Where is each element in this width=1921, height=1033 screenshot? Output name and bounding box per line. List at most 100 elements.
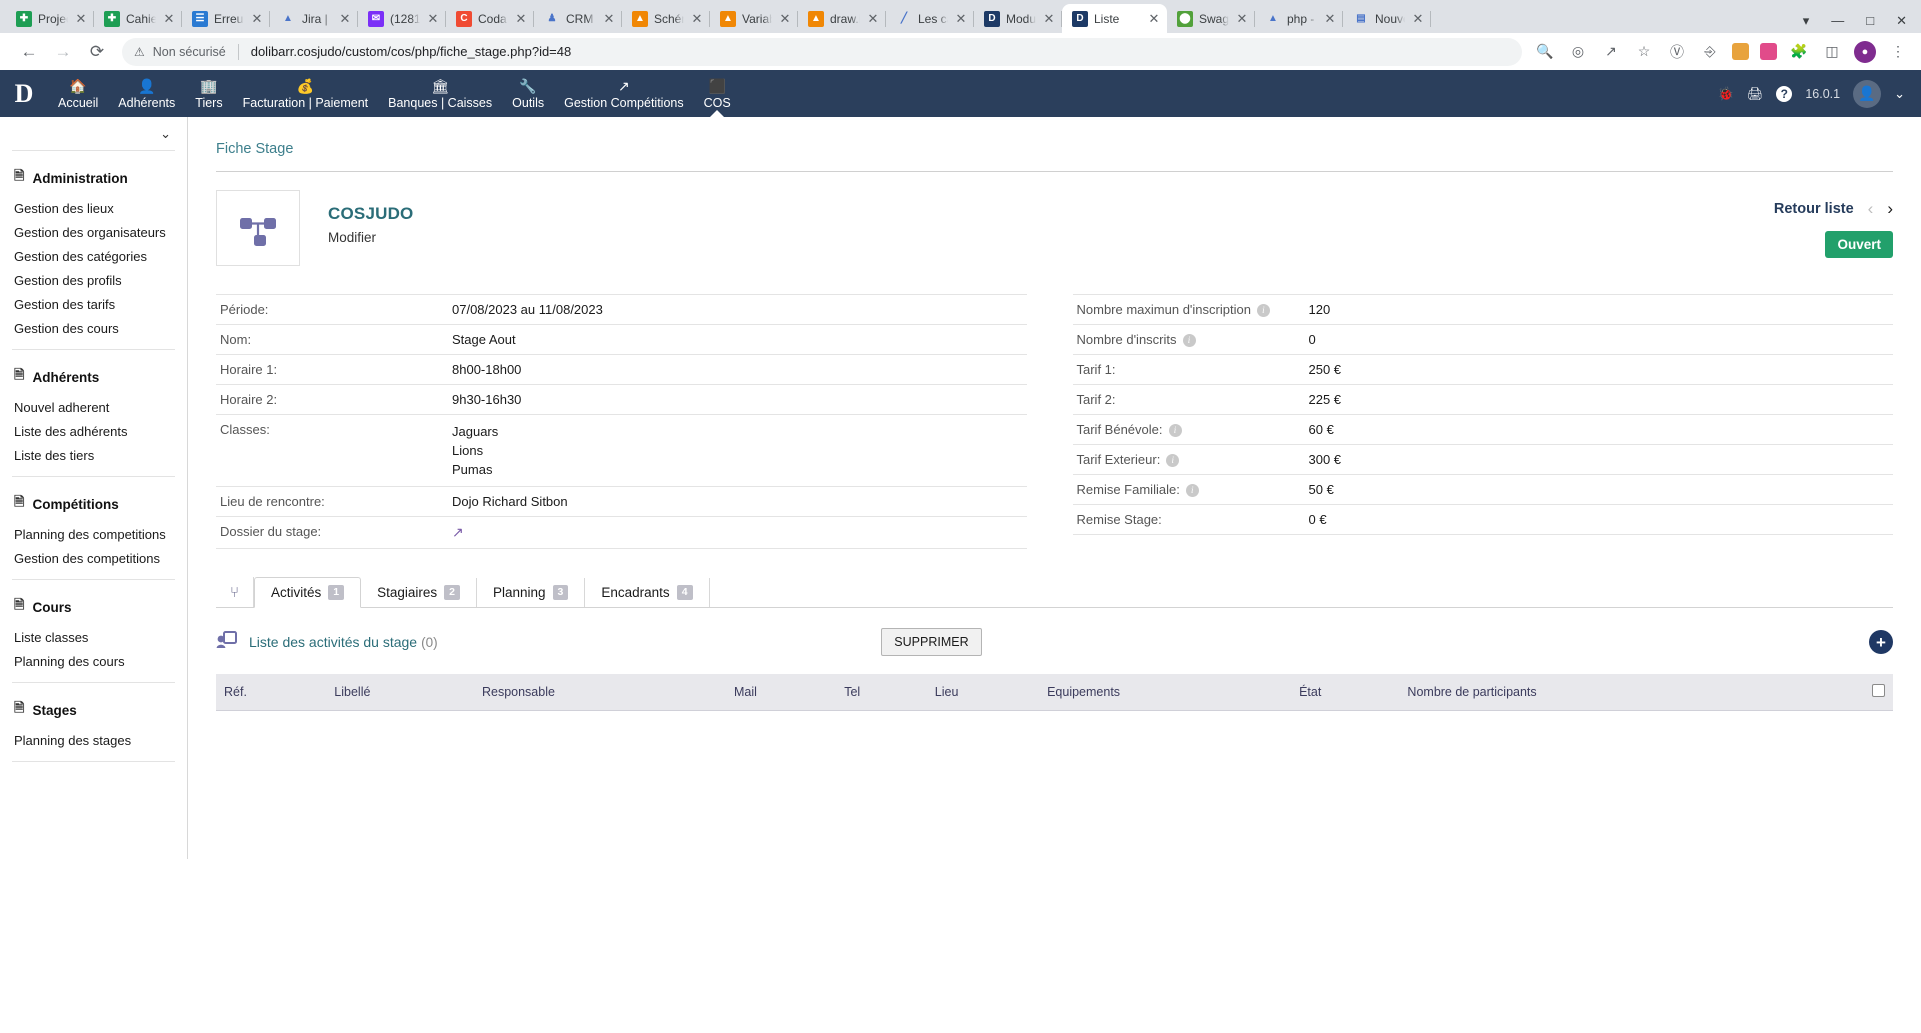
close-tab-icon[interactable]: ✕ xyxy=(602,12,616,25)
back-button[interactable]: ← xyxy=(12,37,46,67)
browser-tab[interactable]: ▤ Nouvel ✕ xyxy=(1343,4,1431,33)
bookmark-star-icon[interactable]: ☆ xyxy=(1633,41,1655,63)
navbar-item-gestion-comp-titions[interactable]: ↗ Gestion Compétitions xyxy=(554,70,694,117)
close-tab-icon[interactable]: ✕ xyxy=(250,12,264,25)
close-tab-icon[interactable]: ✕ xyxy=(1235,12,1249,25)
browser-tab[interactable]: ▲ php - G ✕ xyxy=(1255,4,1343,33)
share-icon[interactable]: ↗ xyxy=(1600,41,1622,63)
sidepanel-icon[interactable]: ◫ xyxy=(1821,41,1843,63)
close-tab-icon[interactable]: ✕ xyxy=(338,12,352,25)
info-icon[interactable]: i xyxy=(1182,333,1196,347)
select-all-checkbox[interactable] xyxy=(1872,684,1885,697)
column-header[interactable]: Réf. xyxy=(216,674,327,711)
close-tab-icon[interactable]: ✕ xyxy=(954,12,968,25)
shield-icon[interactable]: Ⓥ xyxy=(1666,41,1688,63)
external-link-icon[interactable]: ↗ xyxy=(452,524,464,540)
sidebar-collapse-toggle[interactable]: ⌄ xyxy=(12,117,175,151)
chevron-down-icon[interactable]: ⌄ xyxy=(1894,86,1905,102)
info-icon[interactable]: i xyxy=(1185,483,1199,497)
browser-tab[interactable]: ▲ draw.io ✕ xyxy=(798,4,886,33)
close-tab-icon[interactable]: ✕ xyxy=(866,12,880,25)
sidebar-item-nouvel-adherent[interactable]: Nouvel adherent xyxy=(12,396,175,420)
print-icon[interactable]: 🖨 xyxy=(1747,86,1764,102)
browser-tab[interactable]: ✚ Project ✕ xyxy=(6,4,94,33)
browser-menu-icon[interactable]: ⋮ xyxy=(1887,41,1909,63)
close-tab-icon[interactable]: ✕ xyxy=(1411,12,1425,25)
sidebar-item-planning-des-stages[interactable]: Planning des stages xyxy=(12,729,175,753)
sidebar-item-gestion-des-tarifs[interactable]: Gestion des tarifs xyxy=(12,293,175,317)
column-header[interactable]: État xyxy=(1291,674,1400,711)
extension-orange-icon[interactable] xyxy=(1732,43,1749,60)
browser-tab[interactable]: ✚ Cahier ✕ xyxy=(94,4,182,33)
navbar-item-accueil[interactable]: 🏠 Accueil xyxy=(48,70,108,117)
navbar-item-banques-caisses[interactable]: 🏛 Banques | Caisses xyxy=(378,70,502,117)
list-title[interactable]: Liste des activités du stage xyxy=(249,634,417,650)
previous-record-icon[interactable]: ‹ xyxy=(1868,200,1874,217)
navbar-item-facturation-paiement[interactable]: 💰 Facturation | Paiement xyxy=(233,70,379,117)
zoom-icon[interactable]: 🔍 xyxy=(1534,41,1556,63)
column-header[interactable]: Equipements xyxy=(1039,674,1292,711)
close-window-button[interactable]: ✕ xyxy=(1896,14,1907,27)
column-header[interactable]: Mail xyxy=(725,674,837,711)
navbar-item-cos[interactable]: ⬛ COS xyxy=(694,70,741,117)
browser-profile-avatar[interactable]: ● xyxy=(1854,40,1876,63)
translate-icon[interactable]: ⎆ xyxy=(1699,41,1721,63)
navbar-item-outils[interactable]: 🔧 Outils xyxy=(502,70,554,117)
sidebar-item-gestion-des-competitions[interactable]: Gestion des competitions xyxy=(12,547,175,571)
tab-stagiaires[interactable]: Stagiaires 2 xyxy=(361,578,477,607)
browser-tab[interactable]: ▲ Variable ✕ xyxy=(710,4,798,33)
sidebar-item-gestion-des-cat-gories[interactable]: Gestion des catégories xyxy=(12,245,175,269)
close-tab-icon[interactable]: ✕ xyxy=(426,12,440,25)
maximize-button[interactable]: □ xyxy=(1866,14,1874,27)
close-tab-icon[interactable]: ✕ xyxy=(1147,12,1161,25)
forward-button[interactable]: → xyxy=(46,37,80,67)
info-icon[interactable]: i xyxy=(1256,303,1270,317)
close-tab-icon[interactable]: ✕ xyxy=(778,12,792,25)
navbar-item-adh-rents[interactable]: 👤 Adhérents xyxy=(108,70,185,117)
browser-tab[interactable]: ▲ Schéma ✕ xyxy=(622,4,710,33)
tab-encadrants[interactable]: Encadrants 4 xyxy=(585,578,710,607)
location-icon[interactable]: ◎ xyxy=(1567,41,1589,63)
avatar[interactable]: 👤 xyxy=(1853,79,1882,108)
tab-activit-s[interactable]: Activités 1 xyxy=(254,577,362,608)
delete-button[interactable]: SUPPRIMER xyxy=(881,628,982,656)
sidebar-item-planning-des-competitions[interactable]: Planning des competitions xyxy=(12,523,175,547)
close-tab-icon[interactable]: ✕ xyxy=(1042,12,1056,25)
close-tab-icon[interactable]: ✕ xyxy=(690,12,704,25)
bug-icon[interactable]: 🐞 xyxy=(1718,86,1734,102)
tab-planning[interactable]: Planning 3 xyxy=(477,578,586,607)
sidebar-item-liste-classes[interactable]: Liste classes xyxy=(12,626,175,650)
help-icon[interactable]: ? xyxy=(1776,85,1793,102)
browser-tab[interactable]: D Module ✕ xyxy=(974,4,1062,33)
navbar-item-tiers[interactable]: 🏢 Tiers xyxy=(185,70,232,117)
column-header[interactable]: Nombre de participants xyxy=(1399,674,1811,711)
info-icon[interactable]: i xyxy=(1168,423,1182,437)
browser-tab[interactable]: C Coda | ✕ xyxy=(446,4,534,33)
dolibarr-logo[interactable]: D xyxy=(0,70,48,117)
browser-tab[interactable]: ✉ (1281 n ✕ xyxy=(358,4,446,33)
breadcrumb[interactable]: Fiche Stage xyxy=(216,137,1893,171)
browser-tab[interactable]: ╱ Les cat ✕ xyxy=(886,4,974,33)
minimize-button[interactable]: — xyxy=(1831,14,1844,27)
add-activity-button[interactable]: + xyxy=(1869,630,1893,654)
sidebar-item-gestion-des-profils[interactable]: Gestion des profils xyxy=(12,269,175,293)
tab-search-icon[interactable]: ▾ xyxy=(1803,14,1810,27)
column-header[interactable]: Lieu xyxy=(926,674,1040,711)
reload-button[interactable]: ⟳ xyxy=(80,37,114,67)
close-tab-icon[interactable]: ✕ xyxy=(1323,12,1337,25)
address-bar[interactable]: ⚠ Non sécurisé dolibarr.cosjudo/custom/c… xyxy=(122,37,1522,66)
browser-tab[interactable]: ♟ CRM C ✕ xyxy=(534,4,622,33)
browser-tab[interactable]: D Liste ✕ xyxy=(1062,4,1167,33)
sidebar-item-gestion-des-cours[interactable]: Gestion des cours xyxy=(12,317,175,341)
browser-tab[interactable]: ⬤ Swagge ✕ xyxy=(1167,4,1255,33)
info-icon[interactable]: i xyxy=(1166,453,1180,467)
back-to-list-link[interactable]: Retour liste xyxy=(1774,201,1854,217)
puzzle-icon[interactable]: 🧩 xyxy=(1788,41,1810,63)
sidebar-item-liste-des-adh-rents[interactable]: Liste des adhérents xyxy=(12,420,175,444)
close-tab-icon[interactable]: ✕ xyxy=(74,12,88,25)
next-record-icon[interactable]: › xyxy=(1887,200,1893,217)
column-header[interactable]: Tel xyxy=(836,674,927,711)
browser-tab[interactable]: ☰ Erreur ✕ xyxy=(182,4,270,33)
extension-pink-icon[interactable] xyxy=(1760,43,1777,60)
sidebar-item-liste-des-tiers[interactable]: Liste des tiers xyxy=(12,444,175,468)
